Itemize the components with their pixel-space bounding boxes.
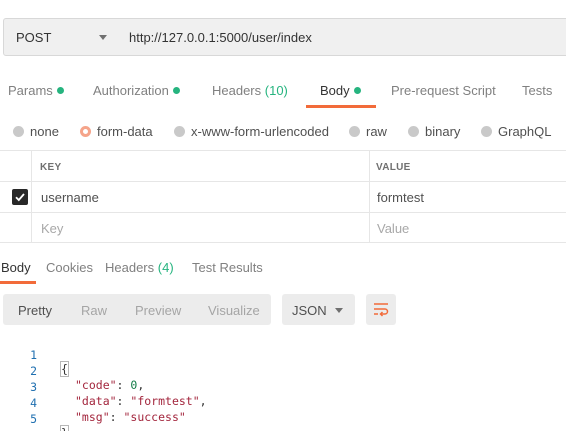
radio-button-icon [481,126,492,137]
body-type-radios: none form-data x-www-form-urlencoded raw… [0,117,566,145]
column-divider [31,213,32,242]
tab-label: Params [8,83,53,98]
code-line: 1 { [0,334,566,377]
tab-headers[interactable]: Headers (10) [212,83,288,98]
table-row-new: Key Value [0,212,566,243]
status-dot-icon [56,87,64,94]
new-value-input[interactable]: Value [377,221,409,236]
radio-label: GraphQL [498,124,552,139]
wrap-lines-button[interactable] [366,294,396,325]
line-number: 5 [30,412,37,426]
method-label: POST [16,30,52,45]
tab-params[interactable]: Params [8,83,64,98]
active-tab-indicator [0,281,36,284]
radio-button-icon [174,126,185,137]
radio-graphql[interactable]: GraphQL [481,124,551,139]
column-divider [369,213,370,242]
response-tab-test-results[interactable]: Test Results [192,260,263,275]
tab-label: Headers [105,260,155,275]
chevron-down-icon [99,35,107,40]
checkmark-icon [15,193,25,202]
status-dot-icon [172,87,180,94]
status-dot-icon [353,87,361,94]
row-enabled-checkbox[interactable] [12,189,28,205]
view-visualize-button[interactable]: Visualize [208,303,260,318]
radio-button-icon [13,126,24,137]
new-key-input[interactable]: Key [41,221,63,236]
tab-label: Tests [522,83,553,98]
code-line: 5 } [0,398,566,431]
radio-button-selected-icon [80,126,91,137]
format-label: JSON [292,303,327,318]
radio-label: none [30,124,59,139]
response-tab-body[interactable]: Body [1,260,31,275]
form-data-table: KEY VALUE username formtest Key Value [0,150,566,245]
value-column-header: VALUE [376,162,411,173]
close-brace: } [60,425,69,431]
tab-body[interactable]: Body [320,83,361,98]
response-tabs: Body Cookies Headers (4) Test Results [0,252,566,284]
radio-label: binary [425,124,461,139]
request-tabs: Params Authorization Headers (10) Body P… [0,70,566,108]
view-mode-group: Pretty Raw Preview Visualize [3,294,271,325]
radio-x-www-form-urlencoded[interactable]: x-www-form-urlencoded [174,124,329,139]
text-cursor [67,426,69,431]
tab-label: Pre-request Script [391,83,496,98]
column-divider [369,151,370,181]
response-body-editor[interactable]: 1 { 2 "code": 0, 3 "data": "formtest", 4… [0,334,566,431]
radio-label: x-www-form-urlencoded [191,124,329,139]
column-divider [31,151,32,181]
tab-label: Body [320,83,350,98]
key-column-header: KEY [40,162,62,173]
response-tab-headers[interactable]: Headers (4) [105,260,174,275]
radio-none[interactable]: none [13,124,59,139]
radio-form-data[interactable]: form-data [80,124,153,139]
column-divider [31,182,32,212]
request-bar: POST http://127.0.0.1:5000/user/index [0,0,566,70]
response-toolbar: Pretty Raw Preview Visualize JSON [0,294,566,326]
url-text: http://127.0.0.1:5000/user/index [129,30,312,45]
value-cell[interactable]: formtest [377,190,424,205]
column-divider [369,182,370,212]
code-text: } [60,425,69,431]
chevron-down-icon [335,308,343,313]
tab-authorization[interactable]: Authorization [93,83,180,98]
url-input[interactable]: http://127.0.0.1:5000/user/index [119,18,566,56]
tab-count: (10) [264,83,288,98]
radio-raw[interactable]: raw [349,124,387,139]
radio-label: form-data [97,124,153,139]
view-pretty-button[interactable]: Pretty [18,303,52,318]
table-row: username formtest [0,181,566,212]
radio-binary[interactable]: binary [408,124,460,139]
tab-pre-request-script[interactable]: Pre-request Script [391,83,496,98]
tab-tests[interactable]: Tests [522,83,552,98]
view-raw-button[interactable]: Raw [81,303,107,318]
format-select[interactable]: JSON [282,294,355,325]
tab-label: Authorization [93,83,169,98]
code-line: 2 "code": 0, [0,350,566,392]
radio-button-icon [349,126,360,137]
radio-label: raw [366,124,387,139]
tab-label: Headers [212,83,262,98]
method-select[interactable]: POST [3,18,120,56]
wrap-lines-icon [374,303,389,317]
table-header-row: KEY VALUE [0,150,566,181]
view-preview-button[interactable]: Preview [135,303,181,318]
code-line: 4 "msg": "success" [0,382,566,424]
key-cell[interactable]: username [41,190,99,205]
code-line: 3 "data": "formtest", [0,366,566,408]
active-tab-indicator [306,105,376,108]
response-tab-cookies[interactable]: Cookies [46,260,93,275]
tab-count: (4) [157,260,174,275]
radio-button-icon [408,126,419,137]
